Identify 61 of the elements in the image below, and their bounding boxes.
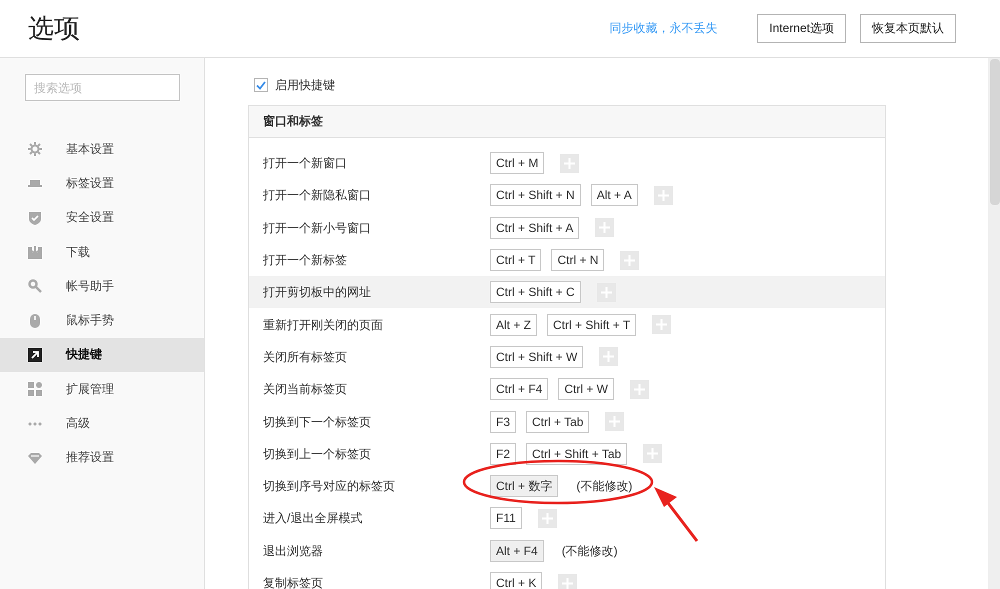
- sidebar-item[interactable]: 扩展管理: [0, 372, 204, 406]
- pointer-arrow: [654, 487, 698, 542]
- shortcut-key[interactable]: F2: [490, 442, 516, 465]
- checkbox[interactable]: [254, 78, 268, 92]
- shortcut-key[interactable]: Ctrl + W: [558, 378, 614, 400]
- scrollbar-thumb[interactable]: [990, 59, 1000, 205]
- shortcut-label: 打开剪切板中的网址: [263, 285, 372, 300]
- shortcut-key[interactable]: Ctrl + Shift + N: [490, 184, 581, 206]
- shortcut-key[interactable]: Ctrl + K: [490, 572, 542, 589]
- shortcut-key[interactable]: Ctrl + Shift + W: [490, 346, 584, 368]
- gear-icon: [28, 142, 42, 156]
- shortcut-label: 退出浏览器: [263, 544, 324, 558]
- shortcut-label: 重新打开刚关闭的页面: [263, 318, 384, 332]
- diamond-icon: [28, 450, 42, 465]
- sidebar-item[interactable]: 高级: [0, 406, 204, 441]
- shortcut-label: 打开一个新标签: [263, 253, 348, 268]
- shortcut-label: 切换到上一个标签页: [263, 446, 372, 461]
- sidebar-item[interactable]: 鼠标手势: [0, 303, 204, 338]
- checkbox-label: 启用快捷键: [275, 76, 335, 94]
- sidebar-item[interactable]: 安全设置: [0, 200, 204, 235]
- shortcut-key[interactable]: Ctrl + Shift + Tab: [526, 442, 628, 465]
- shortcut-key[interactable]: Ctrl + T: [490, 249, 542, 272]
- shortcut-label: 切换到下一个标签页: [263, 414, 372, 429]
- header-button[interactable]: Internet选项: [757, 14, 846, 43]
- shortcut-label: 关闭所有标签页: [263, 350, 348, 364]
- shortcut-key[interactable]: F3: [490, 410, 516, 433]
- shield-icon: [28, 210, 42, 225]
- shortcut-key[interactable]: Ctrl + Shift + C: [490, 281, 581, 304]
- shortcut-key[interactable]: Ctrl + M: [490, 152, 544, 174]
- shortcut-key[interactable]: Alt + Z: [490, 314, 538, 336]
- sidebar-item[interactable]: 标签设置: [0, 166, 204, 201]
- shortcut-label: 打开一个新窗口: [263, 156, 348, 170]
- mouse-icon: [28, 314, 42, 328]
- shortcut-label: 打开一个新小号窗口: [263, 220, 372, 235]
- scrollbar[interactable]: [988, 58, 1000, 589]
- page-title: 选项: [28, 12, 81, 45]
- shortcut-key[interactable]: Ctrl + Shift + A: [490, 216, 580, 239]
- grid-icon: [28, 382, 42, 396]
- shortcut-label: 打开一个新隐私窗口: [263, 188, 372, 202]
- sidebar-item[interactable]: 推荐设置: [0, 440, 204, 475]
- note-text: (不能修改): [562, 544, 618, 558]
- header-button[interactable]: 恢复本页默认: [860, 14, 956, 43]
- shortcut-key[interactable]: Ctrl + Tab: [526, 410, 590, 433]
- shortcut-label: 进入/退出全屏模式: [263, 511, 364, 526]
- sidebar-item[interactable]: 下载: [0, 234, 204, 270]
- section-header: 窗口和标签: [249, 106, 885, 138]
- shortcut-key[interactable]: Ctrl + N: [551, 249, 604, 272]
- shortcut-label: 关闭当前标签页: [263, 382, 348, 396]
- sidebar-item[interactable]: 快捷键: [0, 338, 204, 372]
- sidebar-item[interactable]: 基本设置: [0, 132, 204, 166]
- shortcut-key[interactable]: Ctrl + Shift + T: [547, 314, 636, 336]
- shortcut-key[interactable]: Ctrl + F4: [490, 378, 548, 400]
- shortcut-key[interactable]: Alt + A: [590, 184, 638, 206]
- shortcut-label: 复制标签页: [263, 576, 324, 589]
- note-text: (不能修改): [576, 479, 632, 494]
- sidebar-item[interactable]: 帐号助手: [0, 269, 204, 304]
- shortcut-key: Ctrl + 数字: [490, 475, 558, 498]
- shortcut-label: 切换到序号对应的标签页: [263, 479, 396, 494]
- shortcut-key[interactable]: F11: [490, 507, 522, 530]
- search-field[interactable]: 搜索选项: [25, 74, 180, 101]
- shortcut-key: Alt + F4: [490, 540, 544, 562]
